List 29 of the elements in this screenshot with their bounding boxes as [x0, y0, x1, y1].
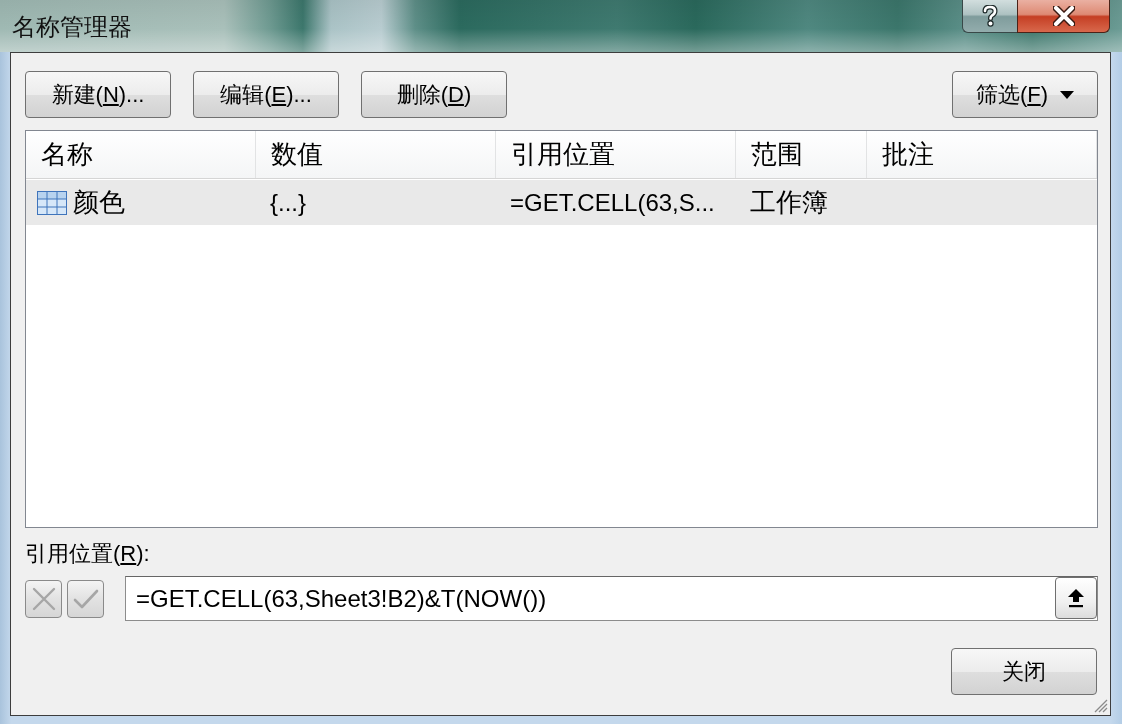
column-header[interactable]: 范围 [736, 131, 867, 178]
toolbar-button[interactable]: 新建(N)... [25, 71, 171, 118]
close-dialog-button[interactable]: 关闭 [951, 648, 1097, 695]
column-header[interactable]: 引用位置 [496, 131, 736, 178]
table-cell-text: 工作簿 [750, 186, 828, 219]
resize-grip-icon[interactable] [1094, 699, 1108, 713]
toolbar-button[interactable]: 编辑(E)... [193, 71, 339, 118]
refers-to-label: 引用位置(R): [25, 540, 150, 568]
upload-icon [1066, 588, 1086, 608]
window-title: 名称管理器 [12, 12, 132, 42]
help-icon [982, 5, 998, 27]
caret-icon [1060, 90, 1075, 99]
table-cell-text: 颜色 [73, 186, 125, 219]
cross-icon [30, 585, 57, 612]
refers-to-input[interactable]: =GET.CELL(63,Sheet3!B2)&T(NOW()) [125, 576, 1098, 621]
close-button[interactable] [1017, 0, 1110, 33]
range-select-button[interactable] [1055, 577, 1097, 619]
column-header[interactable]: 名称 [26, 131, 256, 178]
table-cell: =GET.CELL(63,S... [510, 188, 715, 217]
toolbar-button[interactable]: 删除(D) [361, 71, 507, 118]
close-icon [1052, 6, 1075, 26]
help-button[interactable] [962, 0, 1017, 33]
list-row[interactable]: 颜色 {...} =GET.CELL(63,S... 工作簿 [26, 180, 1097, 225]
table-icon [37, 190, 67, 215]
check-icon [72, 587, 99, 610]
column-header[interactable]: 批注 [867, 131, 1097, 178]
column-header[interactable]: 数值 [256, 131, 496, 178]
table-cell: {...} [270, 188, 307, 217]
filter-button[interactable]: 筛选(F) [952, 71, 1098, 118]
